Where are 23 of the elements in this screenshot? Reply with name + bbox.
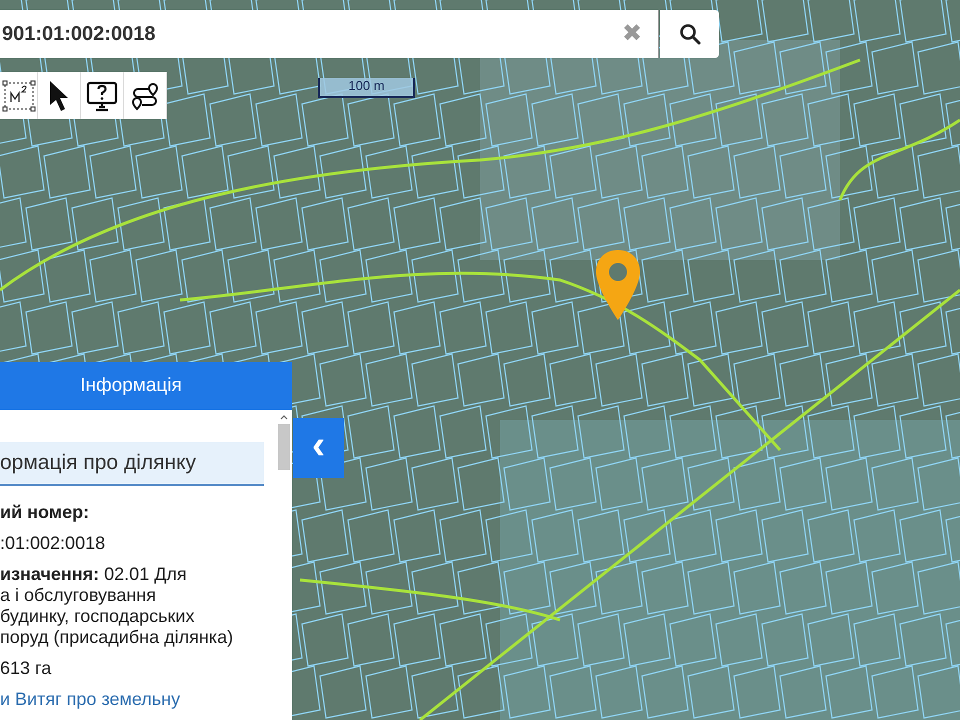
section-heading: ормація про ділянку bbox=[0, 442, 264, 486]
search-icon bbox=[678, 23, 700, 45]
search-button[interactable] bbox=[660, 10, 719, 58]
scrollbar-thumb[interactable] bbox=[278, 424, 290, 470]
area-tool-button[interactable] bbox=[0, 72, 38, 119]
cadastral-number-value: :01:002:0018 bbox=[0, 533, 106, 554]
monitor-question-icon bbox=[86, 80, 118, 112]
scroll-up-icon[interactable] bbox=[280, 414, 288, 420]
pointer-icon bbox=[48, 78, 70, 112]
scale-bar: 100 m bbox=[318, 78, 415, 98]
search-field[interactable]: 901:01:002:0018 ✖ bbox=[0, 10, 659, 58]
map-pin-icon bbox=[593, 248, 643, 322]
extract-link[interactable]: и Витяг про земельну bbox=[0, 689, 180, 709]
route-tool-button[interactable] bbox=[124, 72, 167, 119]
panel-title: Інформація bbox=[80, 375, 182, 397]
area-value: 613 га bbox=[0, 658, 52, 679]
collapse-panel-button[interactable]: ‹ bbox=[293, 418, 344, 478]
purpose-text: изначення: 02.01 Для а і обслуговування будинку, господарських поруд (присадибна ділянка) bbox=[0, 564, 234, 648]
cadastral-number-label: ий номер: bbox=[0, 502, 90, 523]
clear-button[interactable]: ✖ bbox=[620, 22, 644, 46]
pointer-tool-button[interactable] bbox=[38, 72, 81, 119]
area-measure-icon bbox=[2, 80, 36, 112]
help-tool-button[interactable] bbox=[81, 72, 124, 119]
